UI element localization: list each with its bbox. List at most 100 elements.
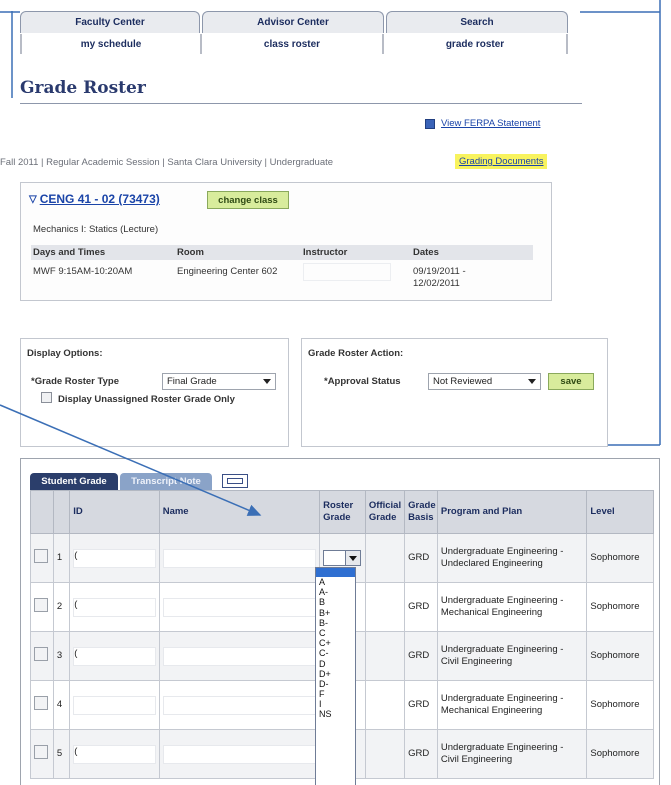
grade-basis: GRD: [404, 729, 438, 779]
grade-option[interactable]: F: [316, 689, 355, 699]
col-name[interactable]: Name: [158, 490, 321, 534]
level: Sophomore: [586, 533, 654, 583]
ferpa-link[interactable]: View FERPA Statement: [425, 118, 540, 129]
level: Sophomore: [586, 631, 654, 681]
grade-dropdown-list[interactable]: A A- B B+ B- C C+ C- D D+ D- F I NS: [315, 567, 356, 785]
row-number: 5: [52, 729, 71, 779]
change-class-button[interactable]: change class: [207, 191, 289, 209]
official-grade: [364, 631, 406, 681]
tab-student-grade[interactable]: Student Grade: [30, 473, 118, 490]
grade-option[interactable]: B+: [316, 608, 355, 618]
program-plan: Undergraduate Engineering - Mechanical E…: [436, 680, 588, 730]
roster-type-select[interactable]: Final Grade: [162, 373, 276, 390]
col-grade-basis[interactable]: Grade Basis: [404, 490, 438, 534]
row-checkbox[interactable]: [34, 696, 48, 710]
row-number: 2: [52, 582, 71, 632]
student-id: (: [69, 631, 160, 681]
official-grade: [364, 729, 406, 779]
roster-type-value: Final Grade: [167, 376, 217, 387]
meeting-row: MWF 9:15AM-10:20AM Engineering Center 60…: [31, 263, 533, 295]
row-number: 1: [52, 533, 71, 583]
level: Sophomore: [586, 582, 654, 632]
grade-option[interactable]: B: [316, 597, 355, 607]
chevron-down-icon: [528, 379, 536, 384]
grading-documents-link[interactable]: Grading Documents: [455, 154, 548, 169]
unassigned-only-checkbox[interactable]: [41, 392, 52, 403]
header-instructor: Instructor: [303, 247, 348, 258]
program-plan: Undergraduate Engineering - Mechanical E…: [436, 582, 588, 632]
roster-action-title: Grade Roster Action:: [308, 348, 404, 359]
row-number: 3: [52, 631, 71, 681]
grade-option[interactable]: A: [316, 577, 355, 587]
approval-status-label: *Approval Status: [324, 376, 401, 387]
approval-status-select[interactable]: Not Reviewed: [428, 373, 541, 390]
chevron-down-icon[interactable]: [345, 551, 361, 565]
dropdown-highlighted-blank[interactable]: [316, 568, 355, 577]
program-plan: Undergraduate Engineering - Civil Engine…: [436, 729, 588, 779]
header-days-times: Days and Times: [33, 247, 106, 258]
session-info: Fall 2011 | Regular Academic Session | S…: [0, 157, 334, 168]
title-divider: [20, 103, 582, 104]
tab-transcript-note[interactable]: Transcript Note: [120, 473, 212, 490]
tab-my-schedule[interactable]: my schedule: [20, 34, 202, 54]
grade-option[interactable]: I: [316, 699, 355, 709]
center-tabs: Faculty Center Advisor Center Search: [20, 11, 568, 33]
official-grade: [364, 582, 406, 632]
col-roster-grade[interactable]: Roster Grade: [319, 490, 366, 534]
grade-option[interactable]: B-: [316, 618, 355, 628]
row-checkbox[interactable]: [34, 745, 48, 759]
tab-grade-roster[interactable]: grade roster: [384, 34, 568, 54]
row-checkbox[interactable]: [34, 549, 48, 563]
grade-option[interactable]: A-: [316, 587, 355, 597]
class-info-box: ▽ CENG 41 - 02 (73473) change class Mech…: [20, 182, 552, 301]
dates-value: 09/19/2011 - 12/02/2011: [413, 266, 466, 289]
roster-header-row: ID Name Roster Grade Official Grade Grad…: [30, 490, 654, 534]
level: Sophomore: [586, 729, 654, 779]
tab-advisor-center[interactable]: Advisor Center: [202, 11, 384, 33]
tab-faculty-center[interactable]: Faculty Center: [20, 11, 200, 33]
grade-option[interactable]: C+: [316, 638, 355, 648]
row-checkbox[interactable]: [34, 598, 48, 612]
col-official-grade[interactable]: Official Grade: [364, 490, 406, 534]
roster-grade-select[interactable]: [323, 550, 362, 566]
class-link-label[interactable]: CENG 41 - 02 (73473): [40, 192, 160, 206]
grade-basis: GRD: [404, 631, 438, 681]
course-name: Mechanics I: Statics (Lecture): [33, 224, 159, 235]
days-times-value: MWF 9:15AM-10:20AM: [33, 266, 133, 277]
grade-option[interactable]: C-: [316, 648, 355, 658]
approval-status-value: Not Reviewed: [433, 376, 493, 387]
row-number: 4: [52, 680, 71, 730]
ferpa-link-label[interactable]: View FERPA Statement: [441, 118, 540, 129]
save-button[interactable]: save: [548, 373, 594, 390]
student-name: [158, 631, 321, 681]
expand-triangle-icon[interactable]: ▽: [29, 194, 37, 205]
col-level[interactable]: Level: [586, 490, 654, 534]
col-program-plan[interactable]: Program and Plan: [436, 490, 588, 534]
student-name: [158, 680, 321, 730]
level: Sophomore: [586, 680, 654, 730]
grade-option[interactable]: D+: [316, 669, 355, 679]
program-plan: Undergraduate Engineering - Undeclared E…: [436, 533, 588, 583]
chevron-down-icon: [263, 379, 271, 384]
tab-class-roster[interactable]: class roster: [202, 34, 384, 54]
grade-option[interactable]: D: [316, 659, 355, 669]
student-id: (: [69, 729, 160, 779]
grade-basis: GRD: [404, 680, 438, 730]
program-plan: Undergraduate Engineering - Civil Engine…: [436, 631, 588, 681]
student-id: (: [69, 533, 160, 583]
grade-option[interactable]: C: [316, 628, 355, 638]
col-number: [52, 490, 71, 534]
row-checkbox[interactable]: [34, 647, 48, 661]
instructor-value: [303, 263, 391, 281]
grade-option[interactable]: D-: [316, 679, 355, 689]
official-grade: [364, 680, 406, 730]
meeting-header: Days and Times Room Instructor Dates: [31, 245, 533, 260]
grade-basis: GRD: [404, 582, 438, 632]
class-link[interactable]: ▽ CENG 41 - 02 (73473): [29, 192, 160, 206]
grade-basis: GRD: [404, 533, 438, 583]
view-all-columns-icon[interactable]: [222, 474, 248, 488]
grade-option[interactable]: NS: [316, 709, 355, 719]
student-name: [158, 533, 321, 583]
col-id[interactable]: ID: [69, 490, 160, 534]
tab-search[interactable]: Search: [386, 11, 568, 33]
